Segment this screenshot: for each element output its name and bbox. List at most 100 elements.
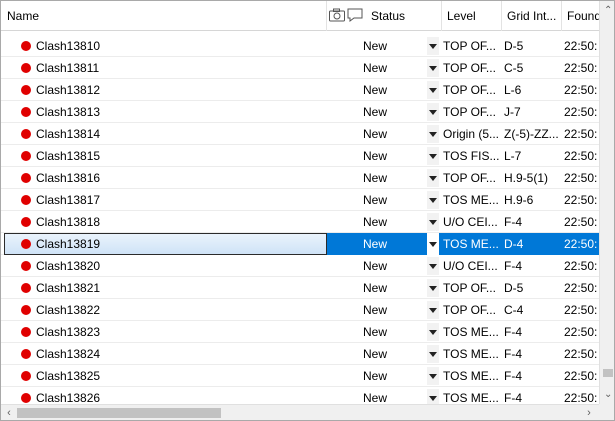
name-cell[interactable]: Clash13823 bbox=[1, 321, 327, 343]
status-cell[interactable]: New bbox=[363, 189, 429, 211]
status-dropdown-button[interactable] bbox=[427, 343, 439, 365]
status-dropdown-button[interactable] bbox=[427, 211, 439, 233]
horizontal-scroll-thumb[interactable] bbox=[17, 408, 221, 418]
table-row[interactable]: Clash13821 New TOP OF... D-5 22:50: bbox=[1, 277, 599, 299]
status-cell[interactable]: New bbox=[363, 35, 429, 57]
comment-icon[interactable] bbox=[346, 7, 364, 23]
grid-intersection-cell: F-4 bbox=[504, 325, 522, 339]
table-row[interactable]: Clash13823 New TOS ME... F-4 22:50: bbox=[1, 321, 599, 343]
level-cell: TOP OF... bbox=[443, 303, 496, 317]
name-cell[interactable]: Clash13819 bbox=[1, 233, 327, 255]
name-cell[interactable]: Clash13820 bbox=[1, 255, 327, 277]
chevron-down-icon bbox=[429, 132, 437, 137]
camera-icon[interactable] bbox=[328, 7, 346, 23]
table-row[interactable]: Clash13824 New TOS ME... F-4 22:50: bbox=[1, 343, 599, 365]
name-cell[interactable]: Clash13810 bbox=[1, 35, 327, 57]
status-dropdown-button[interactable] bbox=[427, 101, 439, 123]
status-dot-icon bbox=[21, 261, 31, 271]
status-cell[interactable]: New bbox=[363, 387, 429, 404]
vertical-scroll-thumb[interactable] bbox=[603, 369, 613, 377]
table-row[interactable]: Clash13810 New TOP OF... D-5 22:50: bbox=[1, 35, 599, 57]
table-row[interactable]: Clash13816 New TOP OF... H.9-5(1) 22:50: bbox=[1, 167, 599, 189]
status-cell[interactable]: New bbox=[363, 211, 429, 233]
name-cell[interactable]: Clash13813 bbox=[1, 101, 327, 123]
vertical-scrollbar[interactable]: ⌃ ⌄ bbox=[599, 1, 614, 404]
name-cell[interactable]: Clash13818 bbox=[1, 211, 327, 233]
status-dropdown-button[interactable] bbox=[427, 123, 439, 145]
table-row[interactable]: Clash13826 New TOS ME... F-4 22:50: bbox=[1, 387, 599, 404]
status-dropdown-button[interactable] bbox=[427, 387, 439, 404]
scroll-left-icon[interactable]: ‹ bbox=[4, 407, 14, 419]
clash-name: Clash13819 bbox=[36, 237, 101, 251]
table-row[interactable]: Clash13815 New TOS FIS... L-7 22:50: bbox=[1, 145, 599, 167]
name-cell[interactable]: Clash13816 bbox=[1, 167, 327, 189]
table-row[interactable]: Clash13822 New TOP OF... C-4 22:50: bbox=[1, 299, 599, 321]
status-cell[interactable]: New bbox=[363, 101, 429, 123]
status-dropdown-button[interactable] bbox=[427, 365, 439, 387]
table-row[interactable]: Clash13818 New U/O CEI... F-4 22:50: bbox=[1, 211, 599, 233]
grid-intersection-cell: F-4 bbox=[504, 391, 522, 404]
grid-intersection-cell: C-4 bbox=[504, 303, 524, 317]
column-header-grid-intersection[interactable]: Grid Int... bbox=[501, 1, 562, 31]
table-row[interactable]: Clash13811 New TOP OF... C-5 22:50: bbox=[1, 57, 599, 79]
name-cell[interactable]: Clash13822 bbox=[1, 299, 327, 321]
status-dropdown-button[interactable] bbox=[427, 145, 439, 167]
status-cell[interactable]: New bbox=[363, 233, 429, 255]
level-cell: U/O CEI... bbox=[443, 215, 498, 229]
status-dropdown-button[interactable] bbox=[427, 35, 439, 57]
found-cell: 22:50: bbox=[564, 325, 598, 339]
status-cell[interactable]: New bbox=[363, 321, 429, 343]
name-cell[interactable]: Clash13815 bbox=[1, 145, 327, 167]
name-cell[interactable]: Clash13826 bbox=[1, 387, 327, 404]
horizontal-scrollbar[interactable]: ‹ › bbox=[1, 404, 599, 420]
name-cell[interactable]: Clash13824 bbox=[1, 343, 327, 365]
table-row[interactable]: Clash13814 New Origin (5... Z(-5)-ZZ... 22:5… bbox=[1, 123, 599, 145]
table-row[interactable]: Clash13820 New U/O CEI... F-4 22:50: bbox=[1, 255, 599, 277]
column-header-found[interactable]: Found bbox=[561, 1, 599, 31]
status-dropdown-button[interactable] bbox=[427, 255, 439, 277]
status-cell[interactable]: New bbox=[363, 299, 429, 321]
status-dropdown-button[interactable] bbox=[427, 321, 439, 343]
table-row[interactable]: Clash13817 New TOS ME... H.9-6 22:50: bbox=[1, 189, 599, 211]
chevron-down-icon bbox=[429, 374, 437, 379]
status-cell[interactable]: New bbox=[363, 79, 429, 101]
table-row[interactable]: Clash13813 New TOP OF... J-7 22:50: bbox=[1, 101, 599, 123]
scroll-down-icon[interactable]: ⌄ bbox=[604, 390, 612, 400]
grid-intersection-cell: H.9-6 bbox=[504, 193, 534, 207]
name-cell[interactable]: Clash13811 bbox=[1, 57, 327, 79]
clash-name: Clash13810 bbox=[36, 39, 101, 53]
status-dropdown-button[interactable] bbox=[427, 189, 439, 211]
status-cell[interactable]: New bbox=[363, 365, 429, 387]
table-row[interactable]: Clash13819 New TOS ME... D-4 22:50: bbox=[1, 233, 599, 255]
grid-intersection-cell: F-4 bbox=[504, 369, 522, 383]
status-cell[interactable]: New bbox=[363, 255, 429, 277]
status-dropdown-button[interactable] bbox=[427, 167, 439, 189]
column-header-level[interactable]: Level bbox=[441, 1, 502, 31]
status-dropdown-button[interactable] bbox=[427, 299, 439, 321]
status-cell[interactable]: New bbox=[363, 57, 429, 79]
column-header-status[interactable]: Status bbox=[365, 1, 442, 31]
name-cell[interactable]: Clash13812 bbox=[1, 79, 327, 101]
scroll-up-icon[interactable]: ⌃ bbox=[604, 6, 612, 16]
name-cell[interactable]: Clash13825 bbox=[1, 365, 327, 387]
name-cell[interactable]: Clash13821 bbox=[1, 277, 327, 299]
name-cell[interactable]: Clash13814 bbox=[1, 123, 327, 145]
grid-header: Name Status Level Grid Int... Found bbox=[1, 1, 599, 31]
name-cell[interactable]: Clash13817 bbox=[1, 189, 327, 211]
status-cell[interactable]: New bbox=[363, 123, 429, 145]
chevron-down-icon bbox=[429, 198, 437, 203]
scroll-right-icon[interactable]: › bbox=[584, 407, 594, 419]
chevron-down-icon bbox=[429, 220, 437, 225]
status-cell[interactable]: New bbox=[363, 145, 429, 167]
status-cell[interactable]: New bbox=[363, 167, 429, 189]
level-cell: TOS ME... bbox=[443, 193, 499, 207]
status-cell[interactable]: New bbox=[363, 277, 429, 299]
table-row[interactable]: Clash13825 New TOS ME... F-4 22:50: bbox=[1, 365, 599, 387]
status-cell[interactable]: New bbox=[363, 343, 429, 365]
status-dropdown-button[interactable] bbox=[427, 79, 439, 101]
status-dropdown-button[interactable] bbox=[427, 57, 439, 79]
table-row[interactable]: Clash13812 New TOP OF... L-6 22:50: bbox=[1, 79, 599, 101]
status-dropdown-button[interactable] bbox=[427, 233, 439, 255]
column-header-name[interactable]: Name bbox=[1, 1, 327, 31]
status-dropdown-button[interactable] bbox=[427, 277, 439, 299]
